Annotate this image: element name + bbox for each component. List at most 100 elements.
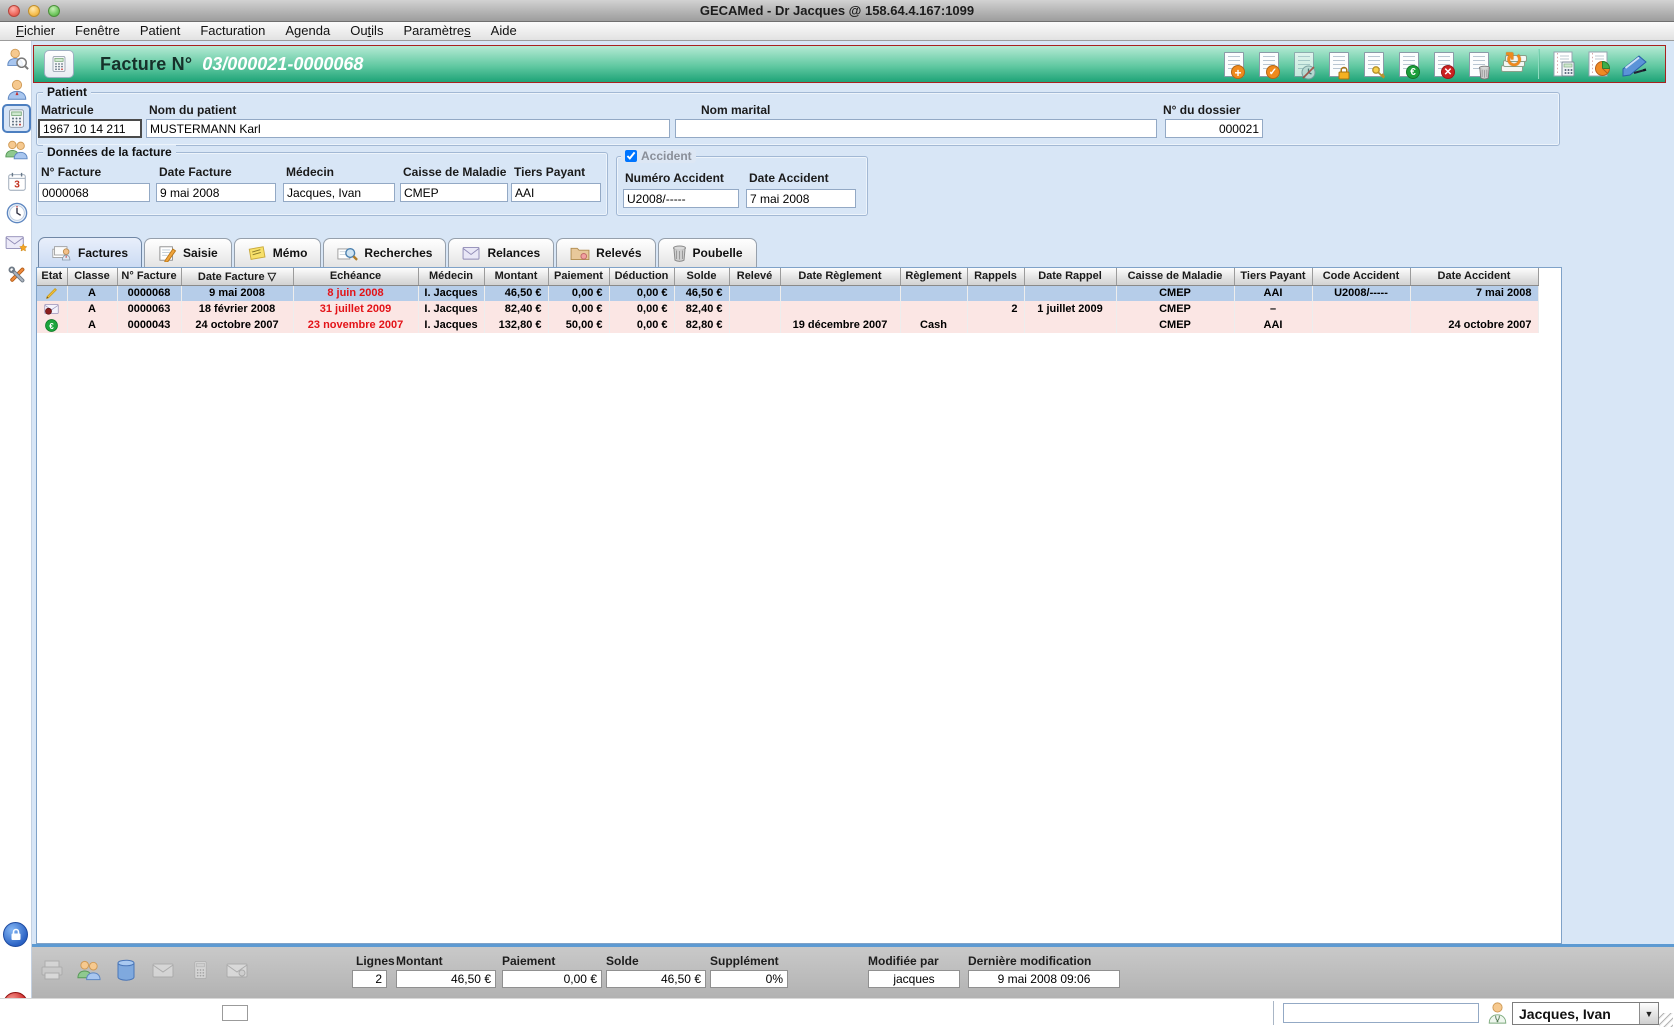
table-cell[interactable]: 132,80 € <box>484 317 548 333</box>
table-cell[interactable]: 9 mai 2008 <box>181 285 293 301</box>
tab-recherches[interactable]: Recherches <box>323 238 446 267</box>
column-header[interactable]: N° Facture <box>117 268 181 285</box>
table-row[interactable]: A000006318 février 200831 juillet 2009I.… <box>37 301 1538 317</box>
table-cell[interactable]: AAI <box>1234 317 1312 333</box>
column-header[interactable]: Code Accident <box>1312 268 1410 285</box>
window-titlebar[interactable]: GECAMed - Dr Jacques @ 158.64.4.167:1099 <box>0 0 1674 22</box>
table-cell[interactable] <box>729 301 780 317</box>
euro-invoice-button[interactable]: € <box>1394 48 1424 80</box>
table-cell[interactable]: A <box>67 317 117 333</box>
caisse-field[interactable] <box>400 183 508 202</box>
calculator-tool-button[interactable] <box>186 955 214 985</box>
table-cell[interactable]: 7 mai 2008 <box>1410 285 1538 301</box>
table-cell[interactable]: I. Jacques <box>418 301 484 317</box>
table-cell[interactable] <box>1312 317 1410 333</box>
table-cell[interactable]: I. Jacques <box>418 285 484 301</box>
table-cell[interactable]: 0000063 <box>117 301 181 317</box>
footer-mini-field[interactable] <box>222 1005 248 1021</box>
column-header[interactable]: Règlement <box>900 268 967 285</box>
table-cell[interactable]: 0000068 <box>117 285 181 301</box>
table-cell[interactable]: A <box>67 301 117 317</box>
key-invoice-button[interactable] <box>1359 48 1389 80</box>
sidebar-messages-button[interactable] <box>4 231 29 256</box>
table-cell[interactable]: Cash <box>900 317 967 333</box>
sidebar-calendar-button[interactable]: 3 <box>4 169 29 194</box>
table-cell[interactable] <box>780 301 900 317</box>
lock-session-button[interactable] <box>3 922 28 947</box>
table-cell[interactable]: 0,00 € <box>609 301 674 317</box>
menu-outils[interactable]: Outils <box>340 22 393 41</box>
date-accident-field[interactable] <box>746 189 856 208</box>
table-cell[interactable]: – <box>1234 301 1312 317</box>
sidebar-clock-button[interactable] <box>4 200 29 225</box>
table-cell[interactable]: 8 juin 2008 <box>293 285 418 301</box>
etat-cell[interactable]: € <box>37 317 67 333</box>
table-cell[interactable]: U2008/----- <box>1312 285 1410 301</box>
menu-agenda[interactable]: Agenda <box>275 22 340 41</box>
nom-marital-field[interactable] <box>675 119 1157 138</box>
column-header[interactable]: Paiement <box>548 268 609 285</box>
table-cell[interactable]: 46,50 € <box>484 285 548 301</box>
table-cell[interactable]: 82,40 € <box>484 301 548 317</box>
footer-message-field[interactable] <box>1283 1003 1479 1023</box>
table-cell[interactable] <box>729 317 780 333</box>
tab-relances[interactable]: Relances <box>448 238 554 267</box>
matricule-field[interactable] <box>38 119 142 138</box>
tab-releves[interactable]: Relevés <box>556 238 655 267</box>
table-cell[interactable]: 46,50 € <box>674 285 729 301</box>
print-button[interactable] <box>38 955 66 985</box>
table-cell[interactable]: 82,40 € <box>674 301 729 317</box>
table-cell[interactable]: 0000043 <box>117 317 181 333</box>
menu-fichier[interactable]: Fichier <box>6 22 65 41</box>
column-header[interactable]: Tiers Payant <box>1234 268 1312 285</box>
table-cell[interactable]: CMEP <box>1116 301 1234 317</box>
table-cell[interactable] <box>1024 317 1116 333</box>
pending-invoice-button[interactable] <box>1289 48 1319 80</box>
table-cell[interactable] <box>1024 285 1116 301</box>
table-cell[interactable]: 31 juillet 2009 <box>293 301 418 317</box>
table-cell[interactable] <box>967 317 1024 333</box>
signature-button[interactable] <box>1619 48 1649 80</box>
table-cell[interactable] <box>900 301 967 317</box>
tab-poubelle[interactable]: Poubelle <box>658 238 757 267</box>
menu-patient[interactable]: Patient <box>130 22 190 41</box>
table-cell[interactable]: 18 février 2008 <box>181 301 293 317</box>
sidebar-patient-button[interactable] <box>4 77 29 102</box>
table-cell[interactable] <box>780 285 900 301</box>
column-header[interactable]: Montant <box>484 268 548 285</box>
table-row[interactable]: A00000689 mai 20088 juin 2008I. Jacques4… <box>37 285 1538 301</box>
table-cell[interactable]: 23 novembre 2007 <box>293 317 418 333</box>
etat-cell[interactable] <box>37 285 67 301</box>
accident-checkbox[interactable] <box>625 150 637 162</box>
resize-grip[interactable] <box>1659 1013 1673 1027</box>
payments-refresh-button[interactable]: ↻ <box>1499 48 1529 80</box>
table-cell[interactable]: I. Jacques <box>418 317 484 333</box>
column-header[interactable]: Date Rappel <box>1024 268 1116 285</box>
table-cell[interactable]: CMEP <box>1116 317 1234 333</box>
nom-patient-field[interactable] <box>146 119 670 138</box>
patients-button[interactable] <box>75 955 103 985</box>
column-header[interactable]: Classe <box>67 268 117 285</box>
table-cell[interactable]: 0,00 € <box>609 285 674 301</box>
column-header[interactable]: Caisse de Maladie <box>1116 268 1234 285</box>
table-cell[interactable]: 24 octobre 2007 <box>181 317 293 333</box>
column-header[interactable]: Rappels <box>967 268 1024 285</box>
sidebar-billing-button[interactable] <box>2 104 31 133</box>
table-cell[interactable]: 50,00 € <box>548 317 609 333</box>
tab-memo[interactable]: Mémo <box>234 238 322 267</box>
sidebar-contacts-button[interactable] <box>4 137 29 162</box>
menu-facturation[interactable]: Facturation <box>190 22 275 41</box>
table-cell[interactable]: AAI <box>1234 285 1312 301</box>
tiers-payant-field[interactable] <box>511 183 601 202</box>
database-button[interactable] <box>112 955 140 985</box>
journal-button[interactable] <box>1549 48 1579 80</box>
doctor-select[interactable]: Jacques, Ivan ▼ <box>1512 1002 1659 1025</box>
table-cell[interactable] <box>729 285 780 301</box>
table-row[interactable]: €A000004324 octobre 200723 novembre 2007… <box>37 317 1538 333</box>
dossier-field[interactable] <box>1165 119 1263 138</box>
column-header[interactable]: Solde <box>674 268 729 285</box>
column-header[interactable]: Date Facture ▽ <box>181 268 293 285</box>
etat-cell[interactable] <box>37 301 67 317</box>
tab-saisie[interactable]: Saisie <box>144 238 232 267</box>
chevron-down-icon[interactable]: ▼ <box>1639 1003 1658 1024</box>
